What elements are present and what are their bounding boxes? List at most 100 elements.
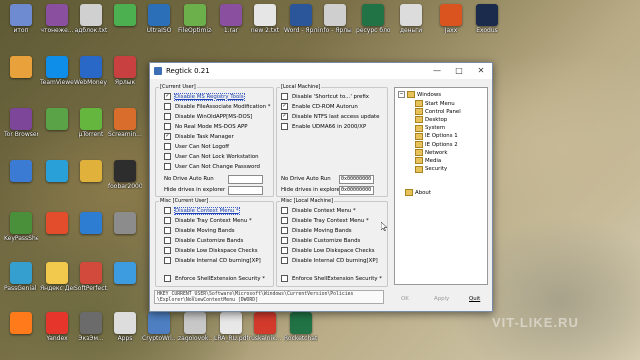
desktop-icon[interactable]: Tor Browser <box>4 108 38 138</box>
desktop-icon[interactable]: итоп <box>4 4 38 34</box>
checkbox-icon[interactable] <box>164 143 171 150</box>
desktop-icon[interactable] <box>4 160 38 183</box>
cu-autorun-input[interactable] <box>228 175 263 184</box>
lm-hide-input[interactable]: 0x00000000 <box>339 186 374 195</box>
option-checkbox[interactable]: Disable Tray Context Menu * <box>164 217 252 224</box>
desktop-icon[interactable]: Yandex <box>40 312 74 342</box>
option-checkbox[interactable]: Enforce ShellExtension Security * <box>281 275 382 282</box>
desktop-icon[interactable]: Яндекс Деньги <box>40 262 74 292</box>
option-checkbox[interactable]: User Can Not Logoff <box>164 143 229 150</box>
option-checkbox[interactable]: Disable Tray Context Menu * <box>281 217 369 224</box>
option-checkbox[interactable]: No Real Mode MS-DOS APP <box>164 123 248 130</box>
checkbox-icon[interactable] <box>281 93 288 100</box>
tree-node[interactable]: Desktop <box>415 116 447 124</box>
desktop-icon[interactable]: TeamViewer 13 <box>40 56 74 86</box>
checkbox-icon[interactable]: ✓ <box>164 93 171 100</box>
quit-button[interactable]: Quit <box>469 296 480 302</box>
option-checkbox[interactable]: Disable Customize Bands <box>164 237 243 244</box>
desktop-icon[interactable]: Jaxx <box>434 4 468 34</box>
cu-hide-input[interactable] <box>228 186 263 195</box>
title-bar[interactable]: Regtick 0.21 — □ ✕ <box>150 63 492 79</box>
apply-button[interactable]: Apply <box>434 296 449 302</box>
desktop-icon[interactable]: ресурс блоков.xlsx <box>356 4 390 34</box>
option-checkbox[interactable]: ✓ Disable Task Manager <box>164 133 234 140</box>
checkbox-icon[interactable] <box>164 113 171 120</box>
desktop-icon[interactable]: ruskalnik... <box>248 312 282 342</box>
option-checkbox[interactable]: Disable Low Diskspace Checks <box>164 247 258 254</box>
desktop-icon[interactable]: LRA_RU.pdf <box>214 312 248 342</box>
checkbox-icon[interactable] <box>281 257 288 264</box>
checkbox-icon[interactable] <box>281 237 288 244</box>
desktop-icon[interactable] <box>4 312 38 335</box>
desktop-icon[interactable]: info - Ярлык <box>318 4 352 34</box>
option-checkbox[interactable]: ✓ Disable MS Registry Tools <box>164 92 245 101</box>
checkbox-icon[interactable]: ✓ <box>164 133 171 140</box>
desktop-icon[interactable]: адблок.txt <box>74 4 108 34</box>
option-checkbox[interactable]: Disable Internal CD burning[XP] <box>164 257 261 264</box>
tree-node[interactable]: Start Menu <box>415 100 455 107</box>
desktop-icon[interactable] <box>108 4 142 27</box>
option-checkbox[interactable]: Disable Context Menu * <box>164 206 240 215</box>
option-checkbox[interactable]: Enforce ShellExtension Security * <box>164 275 265 282</box>
checkbox-icon[interactable] <box>164 103 171 110</box>
checkbox-icon[interactable] <box>281 275 288 282</box>
desktop-icon[interactable]: Exodus <box>470 4 504 34</box>
tree-node[interactable]: Media <box>415 157 441 165</box>
desktop-icon[interactable] <box>108 212 142 235</box>
checkbox-icon[interactable] <box>281 207 288 214</box>
checkbox-icon[interactable] <box>164 207 171 214</box>
desktop-icon[interactable]: чтонеже... <box>40 4 74 34</box>
desktop-icon[interactable] <box>74 212 108 235</box>
tree-node[interactable]: IE Options 2 <box>415 141 458 148</box>
desktop-icon[interactable] <box>108 262 142 285</box>
maximize-button[interactable]: □ <box>448 63 470 79</box>
desktop-icon[interactable]: foobar2000 <box>108 160 142 190</box>
desktop-icon[interactable]: SoftPerfect... <box>74 262 108 292</box>
option-checkbox[interactable]: Disable Low Diskspace Checks <box>281 247 375 254</box>
option-checkbox[interactable]: User Can Not Lock Workstation <box>164 153 259 160</box>
option-checkbox[interactable]: Disable Moving Bands <box>281 227 352 234</box>
option-checkbox[interactable]: ✓ Enable CD-ROM Autorun <box>281 103 358 110</box>
checkbox-icon[interactable] <box>164 153 171 160</box>
option-checkbox[interactable]: Disable 'Shortcut to...' prefix <box>281 93 369 100</box>
desktop-icon[interactable]: FileOptimizer <box>178 4 212 34</box>
tree-node-windows[interactable]: − Windows <box>398 91 441 98</box>
option-checkbox[interactable]: ✓ Disable NTFS last access update <box>281 113 380 120</box>
desktop-icon[interactable] <box>4 56 38 79</box>
desktop-icon[interactable]: Word - Ярлык <box>284 4 318 34</box>
checkbox-icon[interactable] <box>281 247 288 254</box>
desktop-icon[interactable] <box>74 160 108 183</box>
option-checkbox[interactable]: Disable FileAssociate Modification * <box>164 103 271 110</box>
option-checkbox[interactable]: User Can Not Change Password <box>164 163 260 170</box>
checkbox-icon[interactable] <box>164 163 171 170</box>
checkbox-icon[interactable]: ✓ <box>281 103 288 110</box>
tree-node[interactable]: Security <box>415 165 447 173</box>
close-button[interactable]: ✕ <box>470 63 492 79</box>
checkbox-icon[interactable] <box>164 257 171 264</box>
desktop-icon[interactable]: PassGenial Dashboard <box>4 262 38 292</box>
desktop-icon[interactable]: Apps <box>108 312 142 342</box>
tree-node[interactable]: System <box>415 124 445 132</box>
checkbox-icon[interactable]: ✓ <box>281 113 288 120</box>
desktop-icon[interactable]: деньги <box>394 4 428 34</box>
checkbox-icon[interactable] <box>164 275 171 282</box>
tree-node[interactable]: Control Panel <box>415 108 461 116</box>
minimize-button[interactable]: — <box>426 63 448 79</box>
ok-button[interactable]: OK <box>401 296 409 302</box>
desktop-icon[interactable]: ЭкзЭм... <box>74 312 108 342</box>
desktop-icon[interactable] <box>40 160 74 183</box>
checkbox-icon[interactable] <box>164 217 171 224</box>
option-checkbox[interactable]: Disable WinOldAPP[MS-DOS] <box>164 113 252 120</box>
option-checkbox[interactable]: Disable Internal CD burning[XP] <box>281 257 378 264</box>
desktop-icon[interactable]: Ярлык <box>108 56 142 86</box>
tree-node-about[interactable]: About <box>405 189 431 196</box>
collapse-icon[interactable]: − <box>398 91 405 98</box>
desktop-icon[interactable]: UltraISO <box>142 4 176 34</box>
desktop-icon[interactable]: new 2.txt <box>248 4 282 34</box>
desktop-icon[interactable]: CryptoWri... <box>142 312 176 342</box>
desktop-icon[interactable] <box>40 212 74 235</box>
option-checkbox[interactable]: Disable Moving Bands <box>164 227 235 234</box>
category-tree[interactable]: − Windows Start Menu Control Panel Desktop… <box>394 87 488 285</box>
desktop-icon[interactable]: µTorrent <box>74 108 108 138</box>
checkbox-icon[interactable] <box>164 237 171 244</box>
